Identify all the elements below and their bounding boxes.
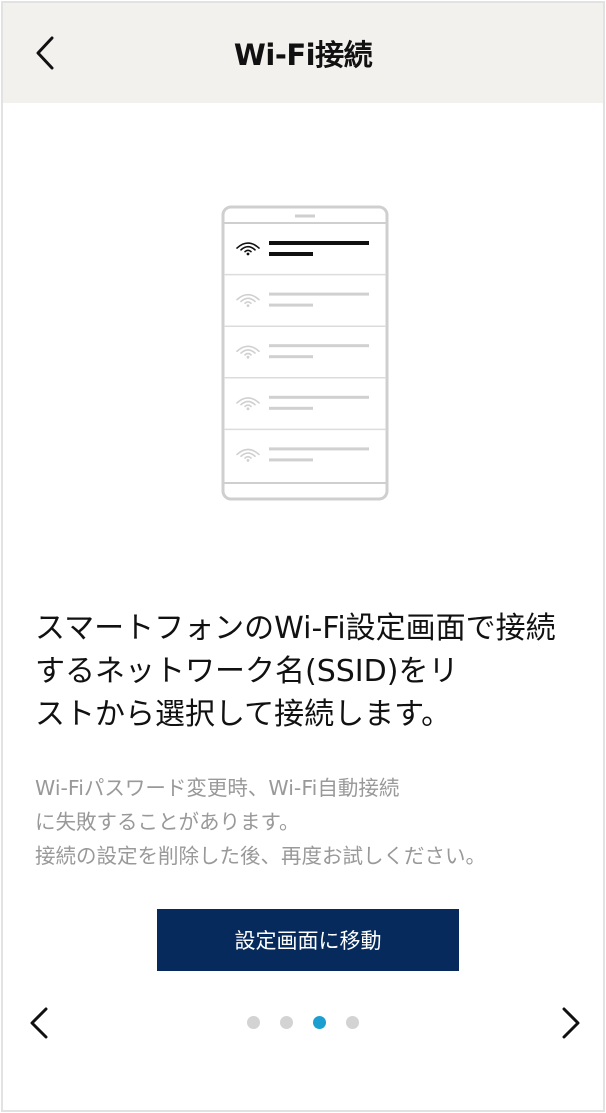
note-text: Wi-Fiパスワード変更時、Wi-Fi自動接続 に失敗することがあります。 接続… <box>35 771 583 873</box>
back-button[interactable] <box>23 29 67 77</box>
screen: Wi-Fi接続 スマートフォンのWi-Fi設定画面で接続 するネットワーク名(S… <box>1 1 605 1112</box>
page-dot[interactable] <box>280 1016 293 1029</box>
note-line: 接続の設定を削除した後、再度お試しください。 <box>35 844 486 868</box>
page-dot[interactable] <box>247 1016 260 1029</box>
page-dot[interactable] <box>313 1016 326 1029</box>
page-dot[interactable] <box>346 1016 359 1029</box>
instruction-line: ストから選択して接続します。 <box>35 697 452 732</box>
instruction-line: スマートフォンのWi-Fi設定画面で接続 <box>35 611 556 646</box>
page-indicator <box>3 1016 603 1030</box>
chevron-right-icon <box>562 1007 580 1039</box>
note-line: Wi-Fiパスワード変更時、Wi-Fi自動接続 <box>35 776 400 800</box>
next-page-button[interactable] <box>549 999 593 1047</box>
instruction-text: スマートフォンのWi-Fi設定画面で接続 するネットワーク名(SSID)をリ ス… <box>35 607 583 736</box>
phone-wifi-list-illustration <box>221 205 391 503</box>
instruction-line: するネットワーク名(SSID)をリ <box>35 654 459 689</box>
chevron-left-icon <box>36 36 54 70</box>
open-settings-button[interactable]: 設定画面に移動 <box>157 909 459 971</box>
note-line: に失敗することがあります。 <box>35 810 300 834</box>
page-title: Wi-Fi接続 <box>233 38 373 72</box>
header-bar: Wi-Fi接続 <box>3 3 603 103</box>
phone-wifi-list-icon <box>221 205 389 501</box>
